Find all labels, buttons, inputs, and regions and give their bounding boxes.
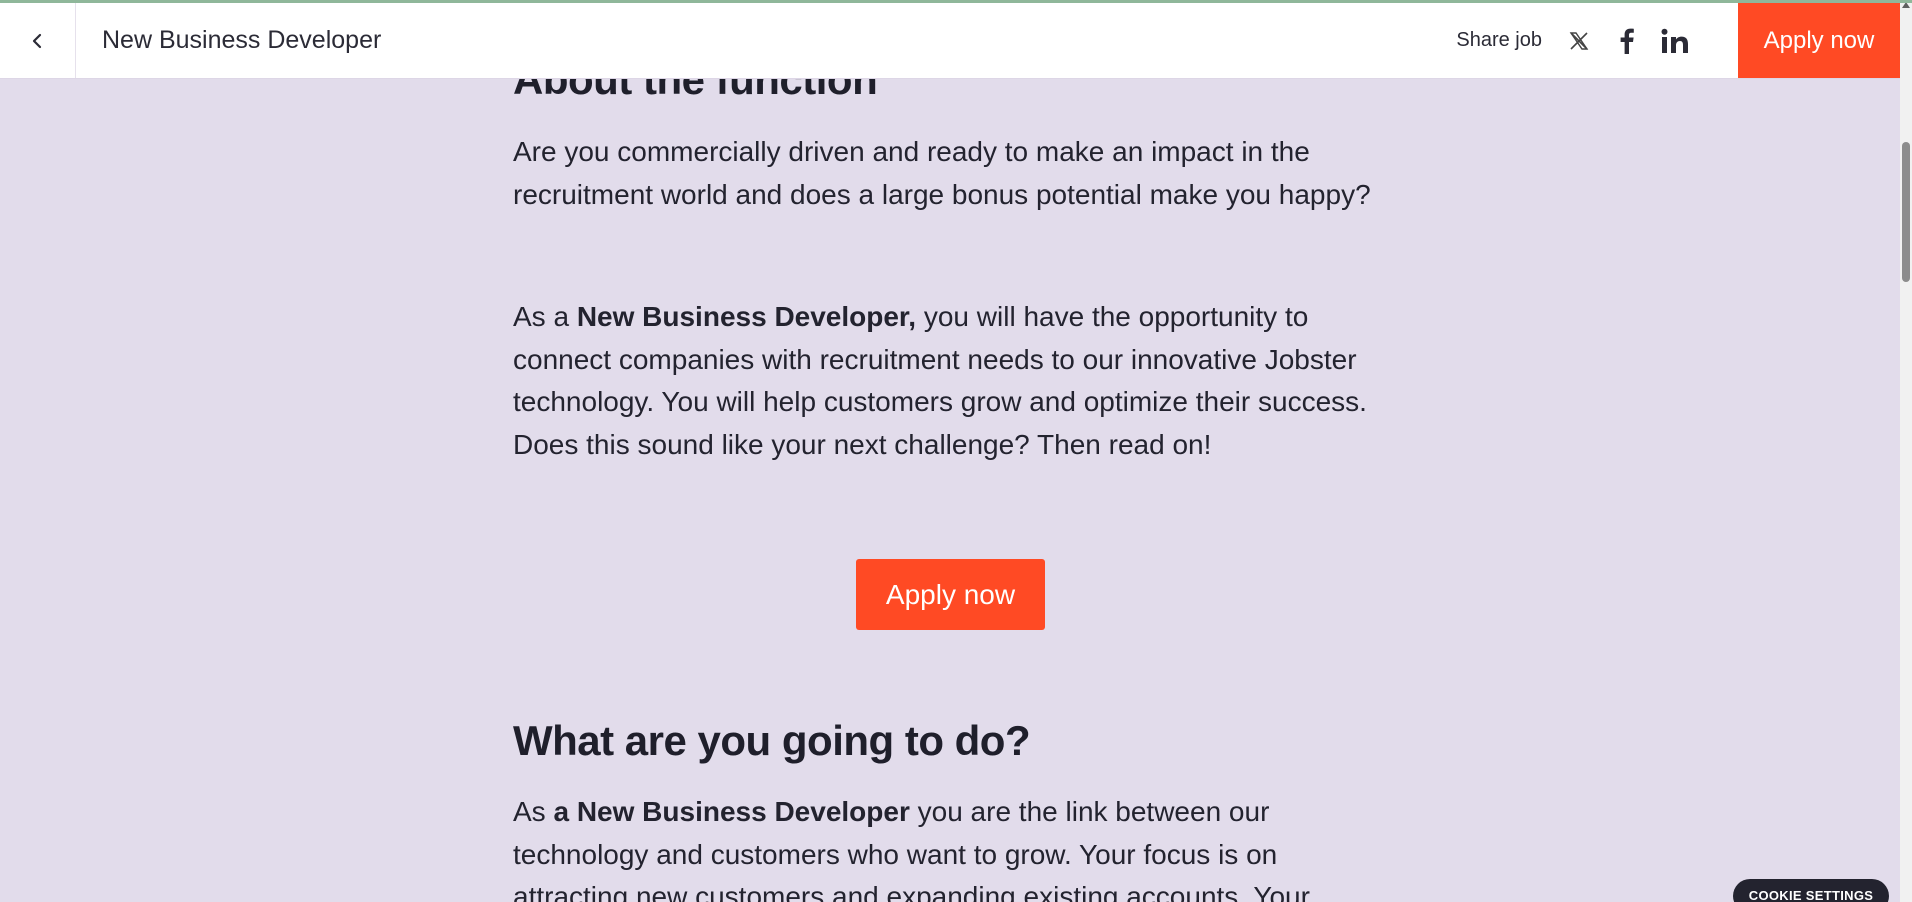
share-job: Share job [1456,3,1690,78]
scrollbar-thumb[interactable] [1902,142,1910,282]
apply-now-button[interactable]: Apply now [856,559,1045,630]
header-job-title: New Business Developer [102,26,382,54]
header-apply-button[interactable]: Apply now [1738,3,1900,78]
duties-paragraph-prefix: As [513,796,554,827]
what-to-do-heading: What are you going to do? [513,717,1031,764]
job-page: New Business Developer Share job Apply n… [0,0,1912,902]
role-title-bold: New Business Developer, [576,301,917,332]
chevron-left-icon [32,33,41,48]
back-button[interactable] [0,3,76,78]
duties-role-bold: a New Business Developer [553,796,910,827]
page-scrollbar[interactable] [1900,0,1912,902]
facebook-icon[interactable] [1612,26,1642,56]
top-accent-line [0,0,1912,3]
linkedin-icon[interactable] [1660,26,1690,56]
sticky-header: New Business Developer Share job Apply n… [0,3,1900,79]
intro-paragraph: Are you commercially driven and ready to… [513,136,1371,210]
duties-paragraph: As a New Business Developer you are the … [513,791,1393,902]
role-paragraph: As a New Business Developer, you will ha… [513,296,1393,466]
cookie-settings-button[interactable]: COOKIE SETTINGS [1733,879,1889,902]
share-job-label: Share job [1456,29,1542,51]
role-paragraph-prefix: As a [513,301,577,332]
x-icon[interactable] [1564,26,1594,56]
